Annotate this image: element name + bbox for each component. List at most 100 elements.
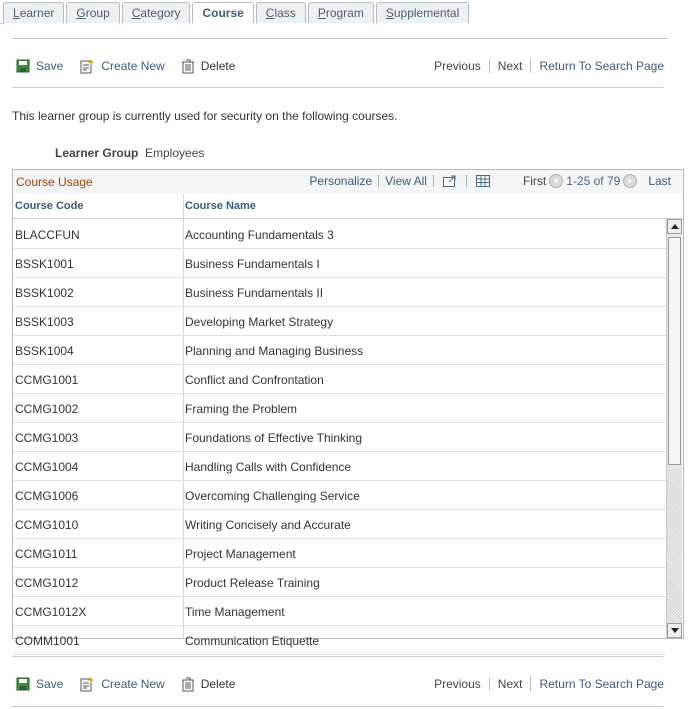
- tab-program[interactable]: Program: [307, 2, 374, 23]
- row-range: 1-25 of 79: [566, 174, 621, 188]
- create-new-label: Create New: [101, 59, 165, 73]
- course-name-cell: Accounting Fundamentals 3: [185, 228, 334, 242]
- table-row[interactable]: CCMG1002 Framing the Problem: [13, 394, 666, 423]
- create-new-button[interactable]: Create New: [79, 58, 165, 74]
- view-all-link[interactable]: View All: [385, 174, 427, 188]
- nav-links: Previous Next Return To Search Page: [434, 677, 664, 691]
- scroll-track[interactable]: [667, 467, 682, 622]
- tab-access-key: S: [385, 6, 394, 20]
- table-row[interactable]: CCMG1011 Project Management: [13, 539, 666, 568]
- course-code-cell: CCMG1010: [15, 518, 79, 532]
- learner-group-value: Employees: [145, 146, 205, 160]
- separator: [530, 677, 532, 691]
- separator: [432, 175, 434, 187]
- course-code-cell: CCMG1012: [15, 576, 79, 590]
- table-row[interactable]: CCMG1003 Foundations of Effective Thinkin…: [13, 423, 666, 452]
- delete-label: Delete: [200, 677, 236, 691]
- table-row[interactable]: BSSK1004 Planning and Managing Business: [13, 336, 666, 365]
- create-new-button[interactable]: Create New: [79, 676, 165, 692]
- next-link[interactable]: Next: [498, 59, 523, 73]
- tab-category[interactable]: Category: [121, 2, 191, 23]
- tab-learner[interactable]: Learner: [3, 2, 65, 23]
- course-name-cell: Foundations of Effective Thinking: [185, 431, 362, 445]
- table-row[interactable]: BSSK1001 Business Fundamentals I: [13, 249, 666, 278]
- first-link[interactable]: First: [523, 174, 546, 188]
- divider-bottom: [12, 706, 663, 707]
- download-grid-icon[interactable]: [475, 175, 490, 187]
- table-row[interactable]: CCMG1010 Writing Concisely and Accurate: [13, 510, 666, 539]
- course-code-cell: CCMG1011: [15, 547, 78, 561]
- tab-label-rest: lass: [274, 6, 296, 20]
- tab-bar: Learner Group Category Course Class Program Su…: [3, 2, 471, 24]
- toolbar-top: Save Create New Delete Previous Next Ret…: [16, 56, 664, 76]
- divider-top: [12, 38, 668, 39]
- nav-links: Previous Next Return To Search Page: [434, 59, 664, 73]
- tab-supplemental[interactable]: Supplemental: [375, 2, 470, 23]
- separator: [378, 175, 380, 187]
- save-button[interactable]: Save: [16, 59, 63, 73]
- grid-nav: Personalize View All First 1-25 of 79 La…: [309, 174, 671, 188]
- tab-label-rest: ategory: [140, 6, 181, 20]
- next-link[interactable]: Next: [498, 677, 523, 691]
- scroll-thumb[interactable]: [668, 237, 681, 465]
- table-row[interactable]: COMM1001 Communication Etiquette: [13, 626, 666, 655]
- grid-header: Course Usage Personalize View All First …: [13, 170, 683, 195]
- course-name-cell: Overcoming Challenging Service: [185, 489, 360, 503]
- course-code-cell: BSSK1001: [15, 257, 74, 271]
- last-link[interactable]: Last: [648, 174, 671, 188]
- scroll-up-button[interactable]: [667, 219, 682, 234]
- table-row[interactable]: BSSK1003 Developing Market Strategy: [13, 307, 666, 336]
- table-row[interactable]: CCMG1012 Product Release Training: [13, 568, 666, 597]
- tab-access-key: L: [13, 6, 20, 20]
- return-to-search-link[interactable]: Return To Search Page: [539, 59, 664, 73]
- next-arrow-icon[interactable]: [623, 174, 638, 188]
- course-name-cell: Time Management: [185, 605, 285, 619]
- toolbar-bottom: Save Create New Delete Previous Next Ret…: [16, 674, 664, 694]
- separator: [488, 59, 490, 73]
- tab-course[interactable]: Course: [192, 2, 254, 23]
- table-row[interactable]: CCMG1012X Time Management: [13, 597, 666, 626]
- save-button[interactable]: Save: [16, 677, 63, 691]
- create-new-icon: [80, 677, 95, 692]
- tab-class[interactable]: Class: [255, 2, 306, 23]
- tab-access-key: G: [76, 6, 86, 20]
- table-row[interactable]: CCMG1004 Handling Calls with Confidence: [13, 452, 666, 481]
- table-row[interactable]: CCMG1006 Overcoming Challenging Service: [13, 481, 666, 510]
- previous-arrow-icon[interactable]: [549, 174, 564, 188]
- return-to-search-link[interactable]: Return To Search Page: [539, 677, 664, 691]
- previous-link[interactable]: Previous: [434, 677, 481, 691]
- course-name-cell: Developing Market Strategy: [185, 315, 334, 329]
- table-row[interactable]: CCMG1001 Conflict and Confrontation: [13, 365, 666, 394]
- save-icon: [16, 677, 30, 691]
- create-new-icon: [80, 59, 95, 74]
- save-icon: [16, 59, 30, 73]
- delete-button[interactable]: Delete: [181, 677, 236, 692]
- tab-label-rest: earner: [19, 6, 55, 20]
- grid-title: Course Usage: [16, 175, 93, 189]
- divider: [12, 656, 663, 657]
- scroll-up-icon: [670, 224, 679, 229]
- grid-rows: BLACCFUN Accounting Fundamentals 3 BSSK100…: [13, 220, 666, 655]
- course-name-cell: Business Fundamentals II: [185, 286, 324, 300]
- course-name-cell: Product Release Training: [185, 576, 320, 590]
- zoom-icon[interactable]: [442, 175, 457, 188]
- course-name-header[interactable]: Course Name: [185, 200, 256, 212]
- personalize-link[interactable]: Personalize: [309, 174, 372, 188]
- course-name-cell: Communication Etiquette: [185, 634, 320, 648]
- delete-button[interactable]: Delete: [181, 59, 235, 74]
- vertical-scrollbar[interactable]: [666, 219, 682, 638]
- table-row[interactable]: BLACCFUN Accounting Fundamentals 3: [13, 220, 666, 249]
- table-row[interactable]: BSSK1002 Business Fundamentals II: [13, 278, 666, 307]
- tab-label-rest: upplemental: [393, 6, 460, 20]
- separator: [530, 59, 532, 73]
- course-code-header[interactable]: Course Code: [15, 200, 83, 212]
- scroll-down-button[interactable]: [667, 623, 682, 638]
- tab-group[interactable]: Group: [66, 2, 120, 23]
- column-header-row: Course Code Course Name: [13, 194, 683, 219]
- previous-link[interactable]: Previous: [434, 59, 481, 73]
- course-name-cell: Project Management: [185, 547, 296, 561]
- save-label: Save: [36, 59, 64, 73]
- course-name-cell: Planning and Managing Business: [185, 344, 364, 358]
- course-code-cell: BLACCFUN: [15, 228, 80, 242]
- info-text: This learner group is currently used for…: [12, 109, 398, 123]
